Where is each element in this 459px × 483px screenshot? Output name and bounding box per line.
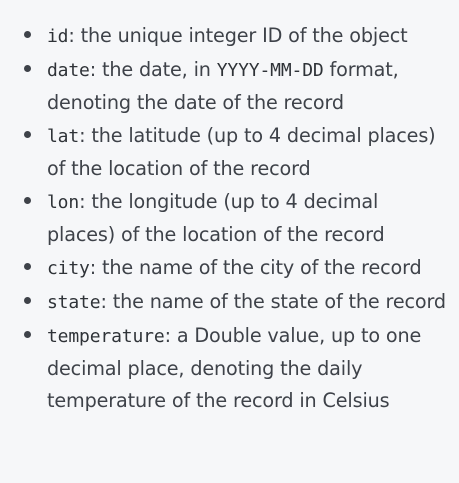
field-item-id: id: the unique integer ID of the object [24, 20, 449, 53]
field-text: temperature: a Double value, up to one d… [47, 324, 421, 412]
field-item-temperature: temperature: a Double value, up to one d… [24, 320, 449, 417]
bullet-icon [24, 65, 31, 72]
bullet-icon [24, 131, 31, 138]
field-text: city: the name of the city of the record [47, 256, 422, 279]
field-text: lon: the longitude (up to 4 decimal plac… [47, 190, 385, 246]
bullet-icon [24, 197, 31, 204]
field-description: : the unique integer ID of the object [68, 24, 408, 47]
field-item-state: state: the name of the state of the reco… [24, 286, 449, 319]
bullet-icon [24, 263, 31, 270]
field-name-code: date [47, 60, 90, 81]
field-description: : the name of the city of the record [89, 256, 422, 279]
bullet-icon [24, 331, 31, 338]
field-name-code: id [47, 26, 69, 47]
field-description: : the latitude (up to 4 decimal places) … [47, 124, 436, 180]
field-text: date: the date, in YYYY-MM-DD format, de… [47, 58, 399, 114]
field-text: lat: the latitude (up to 4 decimal place… [47, 124, 436, 180]
field-item-lon: lon: the longitude (up to 4 decimal plac… [24, 186, 449, 251]
document-body: id: the unique integer ID of the object … [0, 0, 459, 483]
field-name-code: lat [47, 126, 80, 147]
field-name-code: state [47, 292, 101, 313]
field-description: : the longitude (up to 4 decimal places)… [47, 190, 385, 246]
bullet-icon [24, 297, 31, 304]
field-name-code: city [47, 258, 90, 279]
field-item-lat: lat: the latitude (up to 4 decimal place… [24, 120, 449, 185]
field-list: id: the unique integer ID of the object … [24, 20, 449, 417]
field-text: id: the unique integer ID of the object [47, 24, 408, 47]
field-item-city: city: the name of the city of the record [24, 252, 449, 285]
field-name-code: lon [47, 192, 80, 213]
field-description: : the date, in [89, 58, 217, 81]
field-item-date: date: the date, in YYYY-MM-DD format, de… [24, 54, 449, 119]
field-description: : the name of the state of the record [100, 290, 446, 313]
field-name-code: temperature [47, 326, 165, 347]
date-format-code: YYYY-MM-DD [216, 60, 324, 81]
bullet-icon [24, 31, 31, 38]
field-text: state: the name of the state of the reco… [47, 290, 446, 313]
